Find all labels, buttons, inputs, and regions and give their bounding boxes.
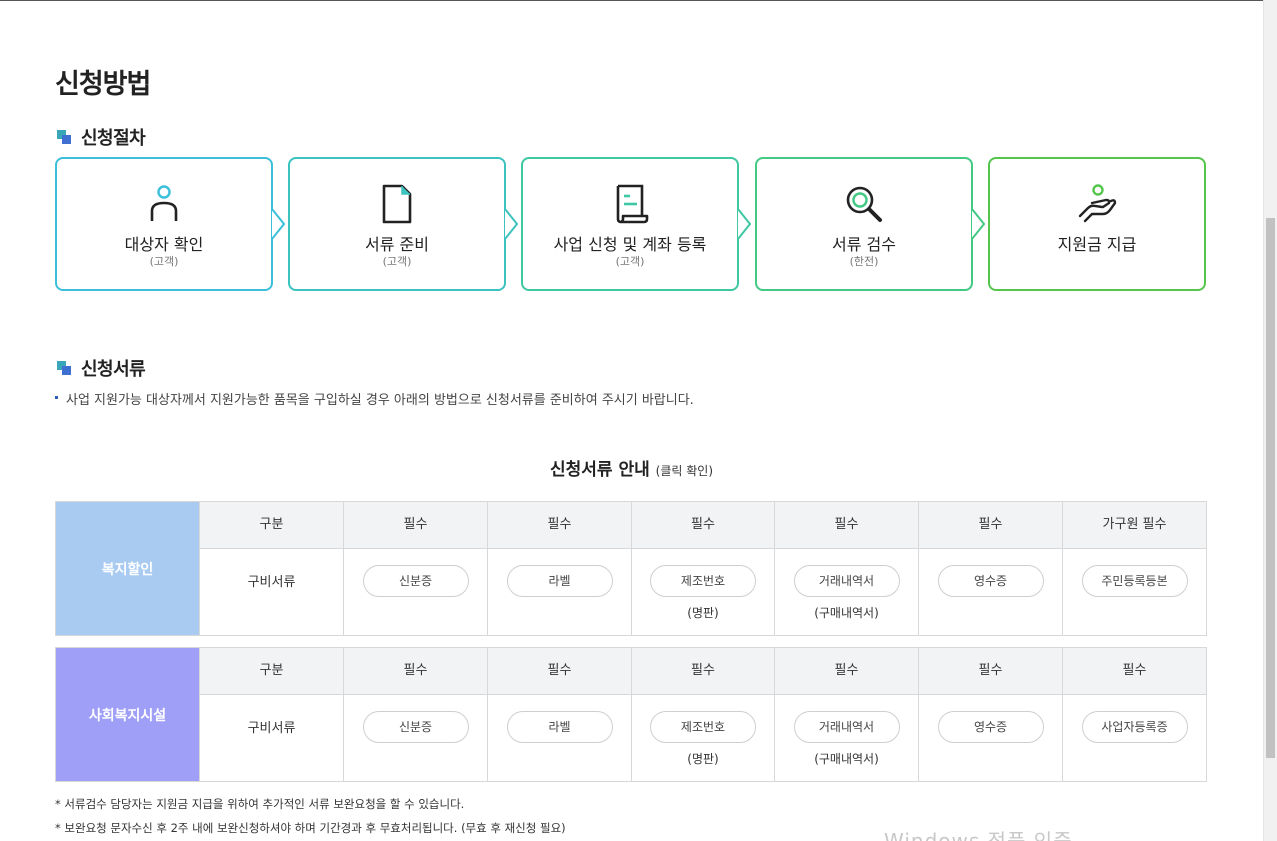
doc-cell: 주민등록등본 xyxy=(1062,549,1206,635)
doc-cell: 영수증 xyxy=(918,549,1062,635)
doc-receipt-button[interactable]: 영수증 xyxy=(937,711,1044,743)
documents-heading: 신청서류 xyxy=(57,355,146,381)
doc-id-card-button[interactable]: 신분증 xyxy=(362,565,469,597)
step-actor: (한전) xyxy=(849,255,879,268)
step-payment: 지원금 지급 xyxy=(988,157,1206,291)
header-cell: 필수 xyxy=(487,648,631,694)
table-title-note: (클릭 확인) xyxy=(655,464,714,478)
doc-cell: 신분증 xyxy=(343,549,487,635)
doc-serial-number-button[interactable]: 제조번호 xyxy=(650,565,756,597)
table-header-row: 구분 필수 필수 필수 필수 필수 가구원 필수 xyxy=(199,502,1206,549)
documents-description-text: 사업 지원가능 대상자께서 지원가능한 품목을 구입하실 경우 아래의 방법으로… xyxy=(66,393,694,408)
doc-label-button[interactable]: 라벨 xyxy=(506,565,613,597)
step-document-review: 서류 검수 (한전) xyxy=(755,157,973,291)
doc-cell: 제조번호 (명판) xyxy=(631,695,774,781)
documents-table-title: 신청서류 안내 (클릭 확인) xyxy=(0,455,1263,480)
documents-table-welfare: 복지할인 구분 필수 필수 필수 필수 필수 가구원 필수 구비서류 신분증 라… xyxy=(55,501,1207,636)
doc-cell: 거래내역서 (구매내역서) xyxy=(774,549,918,635)
doc-sub-label: (구매내역서) xyxy=(814,752,879,766)
documents-table-social-facility: 사회복지시설 구분 필수 필수 필수 필수 필수 필수 구비서류 신분증 라벨 … xyxy=(55,647,1207,782)
step-arrow-icon xyxy=(504,209,518,239)
footnote: * 보완요청 문자수신 후 2주 내에 보완신청하셔야 하며 기간경과 후 무효… xyxy=(55,821,566,835)
section-bullet-icon xyxy=(57,129,72,145)
step-label: 서류 검수 xyxy=(832,235,896,254)
table-row: 구비서류 신분증 라벨 제조번호 (명판) 거래내역서 (구매내역서) 영수증 … xyxy=(199,695,1206,781)
footnote: * 서류검수 담당자는 지원금 지급을 위하여 추가적인 서류 보완요청을 할 … xyxy=(55,797,465,811)
step-label: 지원금 지급 xyxy=(1057,235,1137,254)
doc-cell: 거래내역서 (구매내역서) xyxy=(774,695,918,781)
header-cell: 필수 xyxy=(487,502,631,548)
header-cell: 필수 xyxy=(631,502,774,548)
header-cell: 필수 xyxy=(1062,648,1206,694)
header-cell: 필수 xyxy=(918,502,1062,548)
row-label: 구비서류 xyxy=(247,721,296,736)
header-cell: 구분 xyxy=(199,502,343,548)
doc-cell: 영수증 xyxy=(918,695,1062,781)
step-application: 사업 신청 및 계좌 등록 (고객) xyxy=(521,157,739,291)
step-actor: (고객) xyxy=(615,255,645,268)
magnifier-icon xyxy=(846,186,882,222)
step-actor: (고객) xyxy=(382,255,412,268)
category-label: 복지할인 xyxy=(56,502,199,635)
doc-cell: 제조번호 (명판) xyxy=(631,549,774,635)
doc-business-registration-button[interactable]: 사업자등록증 xyxy=(1081,711,1188,743)
person-icon xyxy=(150,185,178,221)
table-header-row: 구분 필수 필수 필수 필수 필수 필수 xyxy=(199,648,1206,695)
doc-label-button[interactable]: 라벨 xyxy=(506,711,613,743)
doc-resident-registration-button[interactable]: 주민등록등본 xyxy=(1081,565,1188,597)
doc-sub-label: (구매내역서) xyxy=(814,606,879,620)
category-label: 사회복지시설 xyxy=(56,648,199,781)
step-label: 서류 준비 xyxy=(365,235,429,254)
doc-cell: 라벨 xyxy=(487,695,631,781)
row-label: 구비서류 xyxy=(247,575,296,590)
header-cell: 필수 xyxy=(774,502,918,548)
doc-cell: 라벨 xyxy=(487,549,631,635)
header-cell: 필수 xyxy=(774,648,918,694)
header-cell: 필수 xyxy=(343,502,487,548)
header-cell: 필수 xyxy=(343,648,487,694)
step-arrow-icon xyxy=(737,209,751,239)
header-cell: 필수 xyxy=(918,648,1062,694)
table-row: 구비서류 신분증 라벨 제조번호 (명판) 거래내역서 (구매내역서) 영수증 … xyxy=(199,549,1206,635)
bullet-dot-icon xyxy=(55,396,58,399)
table-title-text: 신청서류 안내 xyxy=(549,460,650,480)
step-label: 대상자 확인 xyxy=(124,235,204,254)
doc-cell: 사업자등록증 xyxy=(1062,695,1206,781)
procedure-heading-text: 신청절차 xyxy=(81,128,146,149)
scroll-icon xyxy=(616,184,649,224)
header-cell: 가구원 필수 xyxy=(1062,502,1206,548)
step-document-prep: 서류 준비 (고객) xyxy=(288,157,506,291)
page-title: 신청방법 xyxy=(55,69,151,100)
documents-description: 사업 지원가능 대상자께서 지원가능한 품목을 구입하실 경우 아래의 방법으로… xyxy=(55,389,694,408)
doc-transaction-statement-button[interactable]: 거래내역서 xyxy=(793,711,900,743)
doc-cell: 신분증 xyxy=(343,695,487,781)
row-label-cell: 구비서류 xyxy=(199,549,343,635)
doc-sub-label: (명판) xyxy=(687,752,719,766)
windows-activation-watermark: Windows 정품 인증 xyxy=(884,829,1073,841)
doc-transaction-statement-button[interactable]: 거래내역서 xyxy=(793,565,900,597)
header-cell: 필수 xyxy=(631,648,774,694)
doc-id-card-button[interactable]: 신분증 xyxy=(362,711,469,743)
documents-heading-text: 신청서류 xyxy=(81,359,146,380)
section-bullet-icon xyxy=(57,360,72,376)
step-actor: (고객) xyxy=(149,255,179,268)
top-border xyxy=(0,0,1263,1)
document-icon xyxy=(382,184,412,224)
doc-sub-label: (명판) xyxy=(687,606,719,620)
row-label-cell: 구비서류 xyxy=(199,695,343,781)
scrollbar-thumb[interactable] xyxy=(1266,218,1275,758)
doc-receipt-button[interactable]: 영수증 xyxy=(937,565,1044,597)
step-arrow-icon xyxy=(271,209,285,239)
step-target-check: 대상자 확인 (고객) xyxy=(55,157,273,291)
step-label: 사업 신청 및 계좌 등록 xyxy=(553,235,707,254)
procedure-heading: 신청절차 xyxy=(57,124,146,150)
vertical-scrollbar[interactable] xyxy=(1263,0,1277,841)
step-arrow-icon xyxy=(971,209,985,239)
procedure-steps: 대상자 확인 (고객) 서류 준비 (고객) 사업 신청 및 계좌 등록 (고객… xyxy=(55,157,1207,291)
doc-serial-number-button[interactable]: 제조번호 xyxy=(650,711,756,743)
header-cell: 구분 xyxy=(199,648,343,694)
hand-coin-icon xyxy=(1078,184,1117,223)
